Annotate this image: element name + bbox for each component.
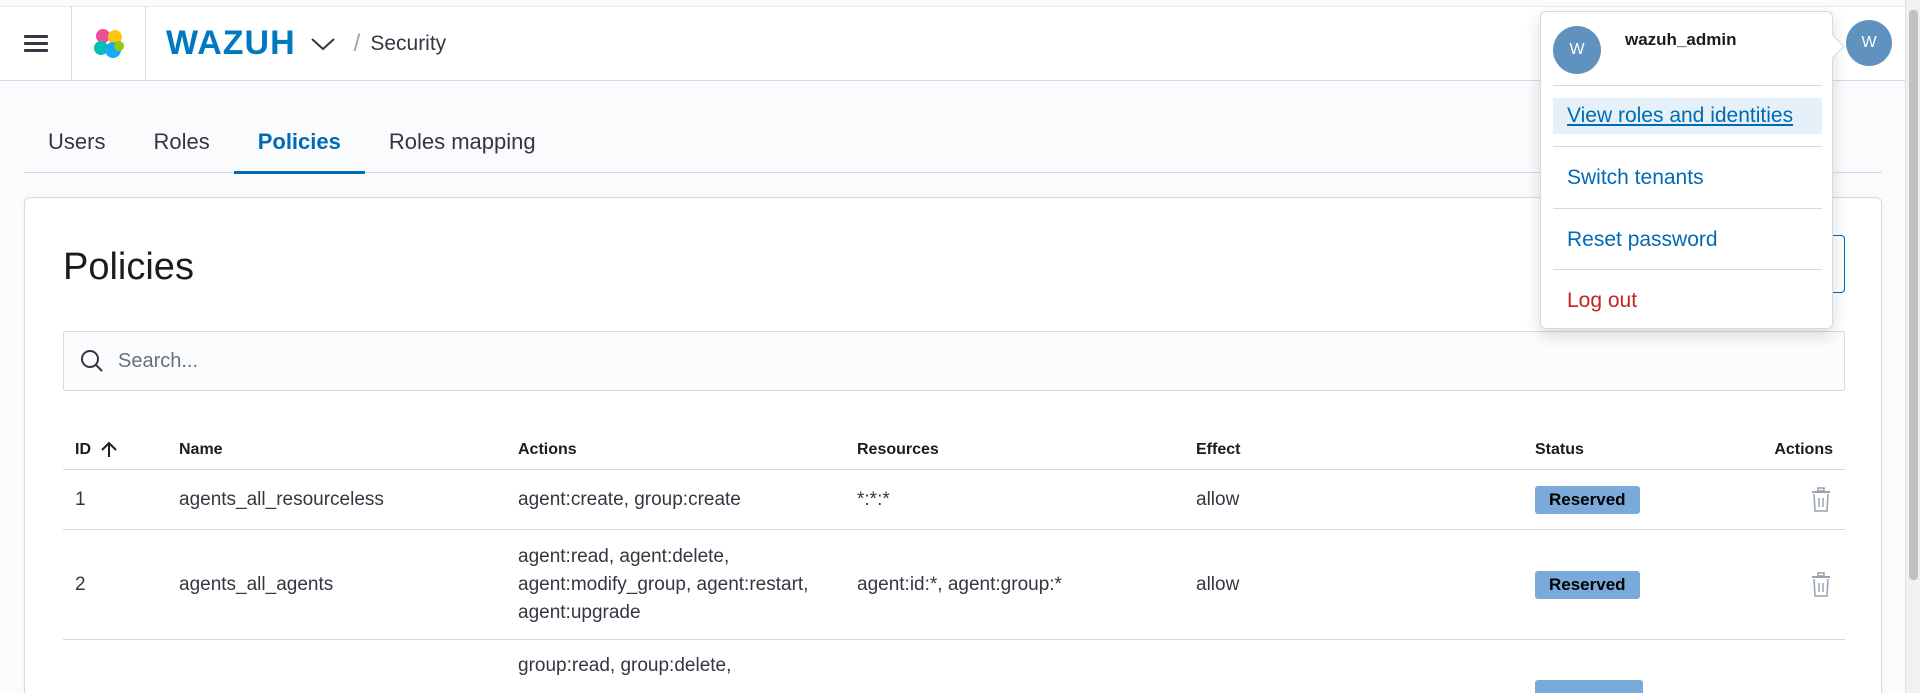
tab-roles-mapping[interactable]: Roles mapping: [365, 110, 560, 173]
breadcrumb-security[interactable]: Security: [370, 32, 446, 56]
view-roles-link[interactable]: View roles and identities: [1553, 98, 1822, 134]
tab-policies[interactable]: Policies: [233, 110, 366, 174]
col-effect-header: Effect: [1196, 440, 1241, 458]
scrollbar-thumb[interactable]: [1909, 10, 1918, 580]
cell-name: agents_all_agents: [179, 573, 334, 595]
table-row[interactable]: group:read, group:delete,: [63, 640, 1845, 693]
page-scrollbar[interactable]: [1905, 0, 1920, 693]
chevron-down-icon: [310, 37, 335, 50]
table-header: ID Name Actions Resources Effect Status …: [63, 430, 1845, 470]
col-resources-header: Resources: [857, 440, 939, 458]
cell-resources: *:*:*: [857, 488, 890, 510]
user-avatar-button[interactable]: W: [1846, 20, 1892, 66]
col-name-header[interactable]: Name: [175, 441, 514, 459]
col-actions-header: Actions: [518, 440, 577, 458]
search-icon: [80, 349, 104, 373]
cell-actions: agent:create, group:create: [518, 488, 741, 510]
search-bar: [63, 331, 1845, 391]
brand-name: WAZUH: [166, 24, 296, 62]
arrow-up-icon: [101, 441, 117, 457]
menu-divider: [1553, 269, 1822, 270]
cell-id: 1: [75, 488, 86, 510]
page-title: Policies: [63, 246, 194, 288]
delete-policy-button[interactable]: [1809, 571, 1833, 598]
cell-name: agents_all_resourceless: [179, 488, 384, 510]
hamburger-icon: [23, 33, 48, 54]
breadcrumb-separator: /: [353, 29, 361, 57]
col-id-header[interactable]: ID: [63, 441, 175, 459]
brand-switcher[interactable]: WAZUH: [166, 24, 336, 63]
table-row[interactable]: 1 agents_all_resourceless agent:create, …: [63, 470, 1845, 530]
avatar: W: [1553, 26, 1601, 74]
user-menu-popover: W wazuh_admin View roles and identities …: [1540, 11, 1833, 329]
status-badge: [1535, 680, 1643, 693]
menu-toggle-button[interactable]: [0, 6, 72, 81]
search-input[interactable]: [118, 349, 1718, 373]
cell-effect: allow: [1196, 488, 1240, 510]
cell-resources: agent:id:*, agent:group:*: [857, 573, 1062, 595]
col-status-header: Status: [1535, 440, 1584, 458]
cell-effect: allow: [1196, 573, 1240, 595]
trash-icon: [1812, 486, 1830, 512]
table-row[interactable]: 2 agents_all_agents agent:read, agent:de…: [63, 530, 1845, 640]
policies-table: ID Name Actions Resources Effect Status …: [63, 430, 1845, 693]
reset-password-link[interactable]: Reset password: [1553, 222, 1822, 258]
cell-id: 2: [75, 573, 86, 595]
cell-actions: agent:read, agent:delete, agent:modify_g…: [518, 545, 809, 623]
status-badge: Reserved: [1535, 485, 1640, 514]
tab-users[interactable]: Users: [24, 110, 129, 173]
col-row-actions-header: Actions: [1774, 440, 1833, 458]
username-label: wazuh_admin: [1625, 30, 1737, 49]
tab-roles[interactable]: Roles: [129, 110, 233, 173]
trash-icon: [1812, 571, 1830, 597]
delete-policy-button[interactable]: [1809, 486, 1833, 513]
menu-divider: [1553, 208, 1822, 209]
app-logo[interactable]: [72, 6, 146, 81]
log-out-link[interactable]: Log out: [1553, 283, 1822, 319]
switch-tenants-link[interactable]: Switch tenants: [1553, 160, 1822, 196]
menu-divider: [1553, 85, 1822, 86]
status-badge: Reserved: [1535, 570, 1640, 599]
wazuh-logo-icon: [93, 28, 124, 58]
cell-actions: group:read, group:delete,: [518, 655, 732, 676]
menu-divider: [1553, 146, 1822, 147]
